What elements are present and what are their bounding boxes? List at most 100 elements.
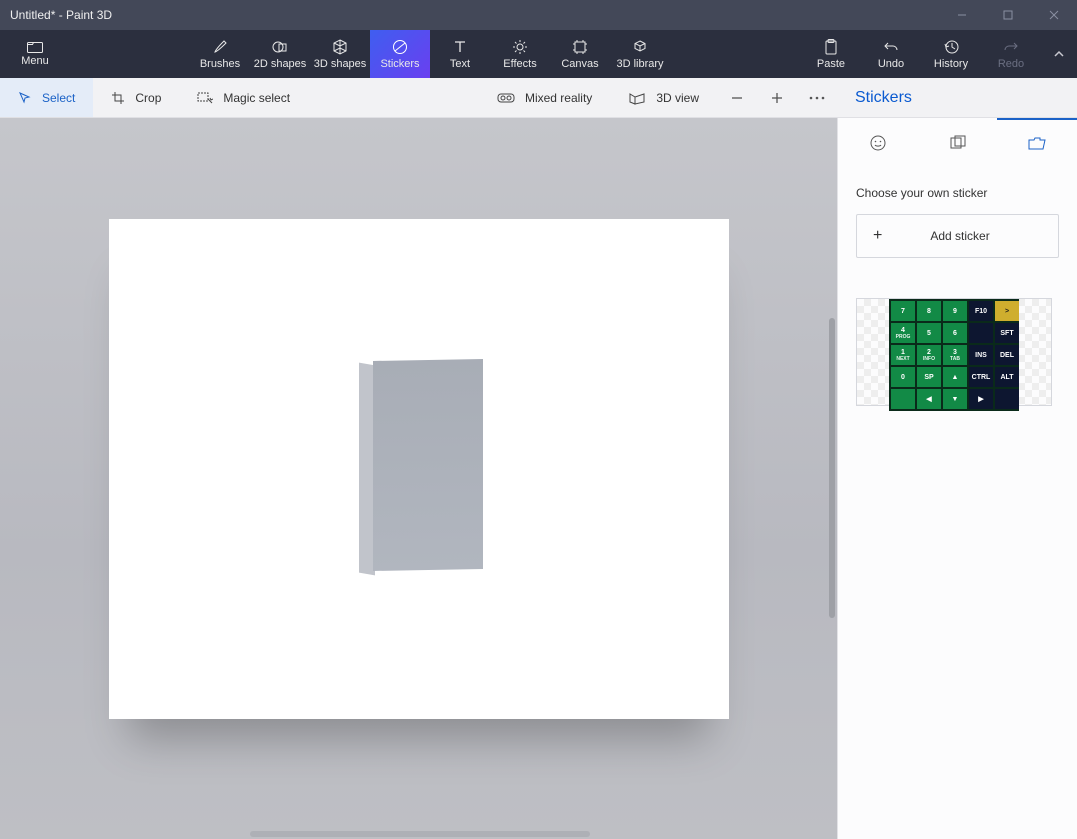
more-options-button[interactable] — [797, 78, 837, 117]
smiley-icon — [869, 134, 887, 152]
tab-canvas[interactable]: Canvas — [550, 30, 610, 78]
choose-sticker-label: Choose your own sticker — [856, 186, 1059, 200]
tool-label: Undo — [878, 58, 904, 70]
tool-label: 3D view — [656, 91, 699, 105]
sticker-tab-custom[interactable] — [997, 118, 1077, 168]
keypad-key: 9 — [943, 301, 967, 321]
stickers-icon — [392, 39, 408, 55]
window-controls — [939, 0, 1077, 30]
magic-select-icon — [197, 91, 213, 105]
history-button[interactable]: History — [921, 30, 981, 78]
keypad-key: SFT — [995, 323, 1019, 343]
effects-icon — [512, 39, 528, 55]
stickers-panel: Choose your own sticker + Add sticker 78… — [837, 118, 1077, 839]
shapes-3d-icon — [332, 39, 348, 55]
canvas-viewport[interactable] — [0, 118, 837, 839]
keypad-key: 2INFO — [917, 345, 941, 365]
magic-select-button[interactable]: Magic select — [179, 78, 308, 117]
add-sticker-button[interactable]: + Add sticker — [856, 214, 1059, 258]
keypad-key: ▶ — [969, 389, 993, 409]
window-title: Untitled* - Paint 3D — [10, 8, 112, 22]
keypad-key: > — [995, 301, 1019, 321]
tool-label: Canvas — [561, 58, 598, 70]
sticker-thumbnail[interactable]: 789F10>4PROG56SFT1NEXT2INFO3TABINSDEL0SP… — [856, 298, 1052, 406]
keypad-key: DEL — [995, 345, 1019, 365]
crop-icon — [111, 91, 125, 105]
mixed-reality-button[interactable]: Mixed reality — [479, 78, 610, 117]
collapse-panel-button[interactable] — [1041, 30, 1077, 78]
keypad-key: ▲ — [943, 367, 967, 387]
keypad-key: 5 — [917, 323, 941, 343]
sidepanel-title-text: Stickers — [855, 89, 912, 107]
crop-tool-button[interactable]: Crop — [93, 78, 179, 117]
tool-label: Redo — [998, 58, 1024, 70]
secondary-toolbar: Select Crop Magic select Mixed reality 3… — [0, 78, 1077, 118]
add-sticker-label: Add sticker — [930, 229, 989, 243]
tab-effects[interactable]: Effects — [490, 30, 550, 78]
keypad-key — [891, 389, 915, 409]
more-horizontal-icon — [809, 96, 825, 100]
maximize-button[interactable] — [985, 0, 1031, 30]
sidepanel-title: Stickers — [837, 78, 1077, 117]
history-icon — [943, 39, 959, 55]
text-icon — [452, 39, 468, 55]
tool-label: 3D library — [616, 58, 663, 70]
cube-front-face — [373, 359, 483, 571]
keypad-key: ALT — [995, 367, 1019, 387]
select-tool-button[interactable]: Select — [0, 78, 93, 117]
tool-label: Stickers — [380, 58, 419, 70]
zoom-in-button[interactable] — [757, 78, 797, 117]
folder-icon — [27, 41, 43, 53]
zoom-out-button[interactable] — [717, 78, 757, 117]
tab-brushes[interactable]: Brushes — [190, 30, 250, 78]
work-area: Choose your own sticker + Add sticker 78… — [0, 118, 1077, 839]
tool-label: Text — [450, 58, 470, 70]
shapes-2d-icon — [272, 39, 288, 55]
3d-cube-object[interactable] — [359, 364, 479, 574]
chevron-up-icon — [1052, 47, 1066, 61]
redo-button[interactable]: Redo — [981, 30, 1041, 78]
cursor-icon — [18, 91, 32, 105]
main-toolbar: Menu Brushes 2D shapes 3D shapes Sticker… — [0, 30, 1077, 78]
undo-button[interactable]: Undo — [861, 30, 921, 78]
title-bar: Untitled* - Paint 3D — [0, 0, 1077, 30]
right-tools: Paste Undo History Redo — [801, 30, 1077, 78]
horizontal-scrollbar[interactable] — [250, 831, 590, 837]
minimize-button[interactable] — [939, 0, 985, 30]
tool-label: 2D shapes — [254, 58, 307, 70]
keypad-key: 3TAB — [943, 345, 967, 365]
close-button[interactable] — [1031, 0, 1077, 30]
menu-label: Menu — [21, 55, 49, 67]
menu-button[interactable]: Menu — [0, 30, 70, 78]
keypad-key: 4PROG — [891, 323, 915, 343]
keypad-key — [969, 323, 993, 343]
vertical-scrollbar[interactable] — [829, 318, 835, 618]
keypad-key: 6 — [943, 323, 967, 343]
tab-2d-shapes[interactable]: 2D shapes — [250, 30, 310, 78]
redo-icon — [1003, 39, 1019, 55]
keypad-key: 0 — [891, 367, 915, 387]
tool-label: Paste — [817, 58, 845, 70]
sticker-tab-faces[interactable] — [838, 118, 918, 168]
canvas[interactable] — [109, 219, 729, 719]
tab-3d-library[interactable]: 3D library — [610, 30, 670, 78]
tool-label: 3D shapes — [314, 58, 367, 70]
keypad-key: 7 — [891, 301, 915, 321]
keypad-key: CTRL — [969, 367, 993, 387]
brush-icon — [212, 39, 228, 55]
sticker-tabs — [838, 118, 1077, 168]
minus-icon — [730, 91, 744, 105]
tab-text[interactable]: Text — [430, 30, 490, 78]
tool-tabs: Brushes 2D shapes 3D shapes Stickers Tex… — [190, 30, 670, 78]
plus-icon — [770, 91, 784, 105]
keypad-key: 8 — [917, 301, 941, 321]
paste-button[interactable]: Paste — [801, 30, 861, 78]
tab-3d-shapes[interactable]: 3D shapes — [310, 30, 370, 78]
sticker-panel-body: Choose your own sticker + Add sticker 78… — [838, 168, 1077, 424]
tab-stickers[interactable]: Stickers — [370, 30, 430, 78]
texture-icon — [949, 134, 967, 152]
keypad-key: ▼ — [943, 389, 967, 409]
3d-view-button[interactable]: 3D view — [610, 78, 717, 117]
sticker-tab-textures[interactable] — [918, 118, 998, 168]
paste-icon — [824, 39, 838, 55]
